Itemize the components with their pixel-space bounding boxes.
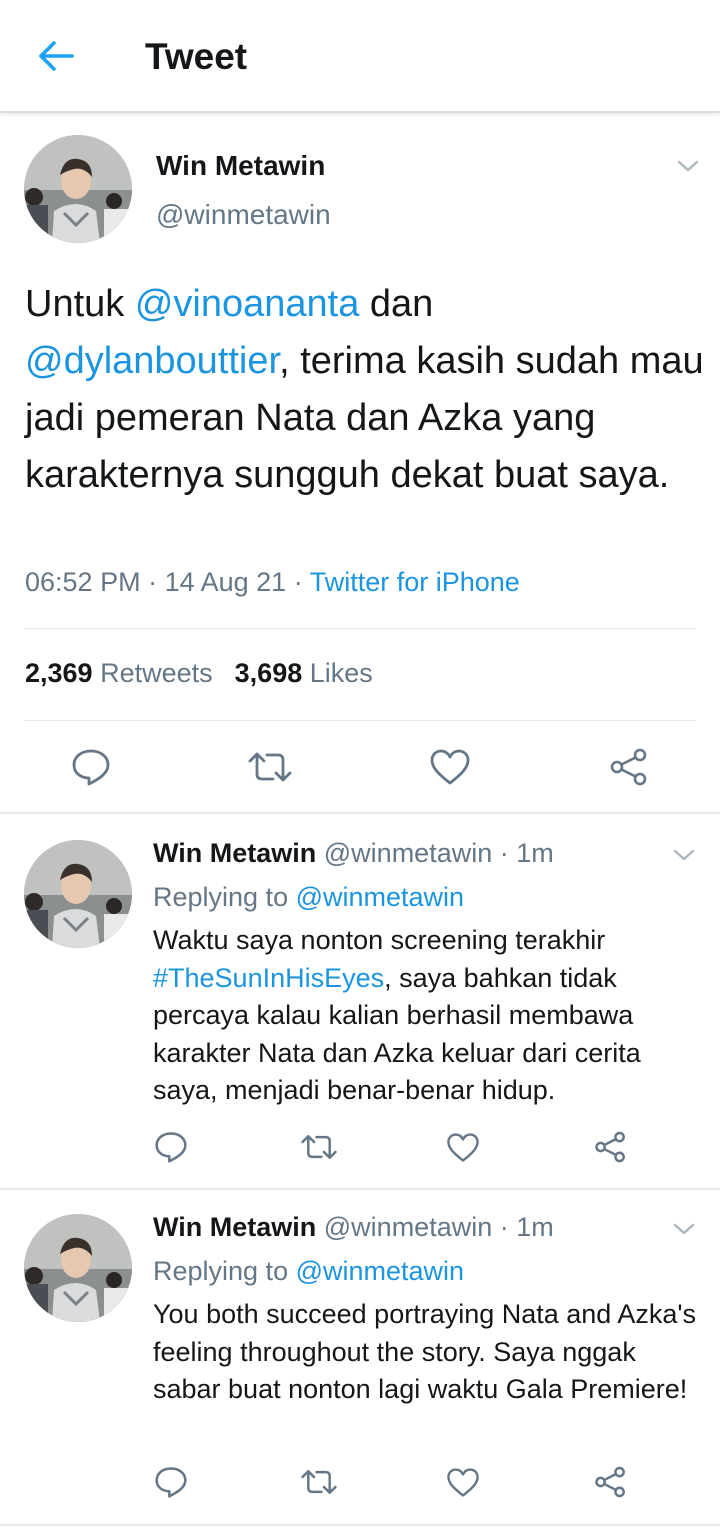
author-name[interactable]: Win Metawin: [156, 150, 325, 182]
mention-link[interactable]: @winmetawin: [296, 882, 464, 912]
retweet-button[interactable]: [297, 1128, 341, 1166]
reply-handle-time: @winmetawin · 1m: [316, 838, 554, 868]
avatar[interactable]: [24, 135, 132, 243]
reply-icon: [155, 1467, 187, 1498]
retweet-icon: [301, 1135, 337, 1159]
chevron-down-icon: [673, 1223, 695, 1235]
reply-icon: [155, 1132, 187, 1163]
reply-icon: [72, 749, 110, 786]
like-button[interactable]: [443, 1463, 483, 1501]
share-button[interactable]: [590, 1128, 630, 1166]
replying-to: Replying to @winmetawin: [153, 882, 465, 912]
share-icon: [594, 1466, 625, 1498]
mention-link[interactable]: @vinoananta: [135, 283, 360, 325]
reply-author-name[interactable]: Win Metawin: [153, 1212, 316, 1242]
heart-icon: [447, 1467, 479, 1497]
divider: [0, 1188, 720, 1190]
tweet-text: Untuk @vinoananta dan @dylanbouttier, te…: [25, 283, 704, 496]
heart-icon: [430, 749, 470, 785]
reply-author-name[interactable]: Win Metawin: [153, 838, 316, 868]
like-button[interactable]: [443, 1128, 483, 1166]
share-icon: [610, 748, 647, 786]
reply-header: Win Metawin @winmetawin · 1m: [153, 1212, 554, 1243]
reply-button[interactable]: [151, 1463, 191, 1501]
retweets-stat[interactable]: 2,369 Retweets: [25, 658, 213, 688]
tweet-time: 06:52 PM: [25, 567, 141, 597]
top-app-bar: Tweet: [0, 0, 720, 113]
tweet-date: 14 Aug 21: [164, 567, 287, 597]
replying-to: Replying to @winmetawin: [153, 1256, 465, 1286]
retweet-button[interactable]: [297, 1463, 341, 1501]
retweet-icon: [248, 752, 292, 782]
tweet-source-link[interactable]: Twitter for iPhone: [310, 567, 520, 597]
tweet-meta: 06:52 PM · 14 Aug 21 · Twitter for iPhon…: [25, 567, 520, 597]
reply-header: Win Metawin @winmetawin · 1m: [153, 838, 554, 869]
reply-text: Waktu saya nonton screening terakhir #Th…: [153, 925, 641, 1105]
likes-stat[interactable]: 3,698 Likes: [235, 658, 373, 688]
mention-link[interactable]: @dylanbouttier: [25, 340, 279, 382]
tweet-stats: 2,369 Retweets 3,698 Likes: [25, 658, 373, 689]
divider: [25, 720, 696, 721]
heart-icon: [447, 1132, 479, 1162]
back-button[interactable]: [30, 34, 82, 78]
share-icon: [594, 1131, 625, 1163]
chevron-down-icon: [677, 160, 699, 172]
tweet-menu-button[interactable]: [673, 154, 703, 178]
retweet-icon: [301, 1470, 337, 1494]
reply-menu-button[interactable]: [669, 843, 699, 867]
reply-button[interactable]: [151, 1128, 191, 1166]
reply-text: You both succeed portraying Nata and Azk…: [153, 1299, 697, 1404]
reply-menu-button[interactable]: [669, 1217, 699, 1241]
retweet-button[interactable]: [244, 744, 296, 790]
divider: [0, 812, 720, 814]
page-title: Tweet: [145, 36, 248, 77]
like-button[interactable]: [425, 744, 475, 790]
reply-handle-time: @winmetawin · 1m: [316, 1212, 554, 1242]
hashtag-link[interactable]: #TheSunInHisEyes: [153, 963, 384, 993]
divider: [0, 1524, 720, 1526]
share-button[interactable]: [590, 1463, 630, 1501]
divider: [25, 628, 696, 629]
reply-button[interactable]: [66, 744, 116, 790]
mention-link[interactable]: @winmetawin: [296, 1256, 464, 1286]
avatar[interactable]: [24, 1214, 132, 1322]
author-handle[interactable]: @winmetawin: [156, 199, 331, 231]
arrow-left-icon: [39, 41, 74, 71]
chevron-down-icon: [673, 849, 695, 861]
avatar[interactable]: [24, 840, 132, 948]
share-button[interactable]: [604, 744, 654, 790]
